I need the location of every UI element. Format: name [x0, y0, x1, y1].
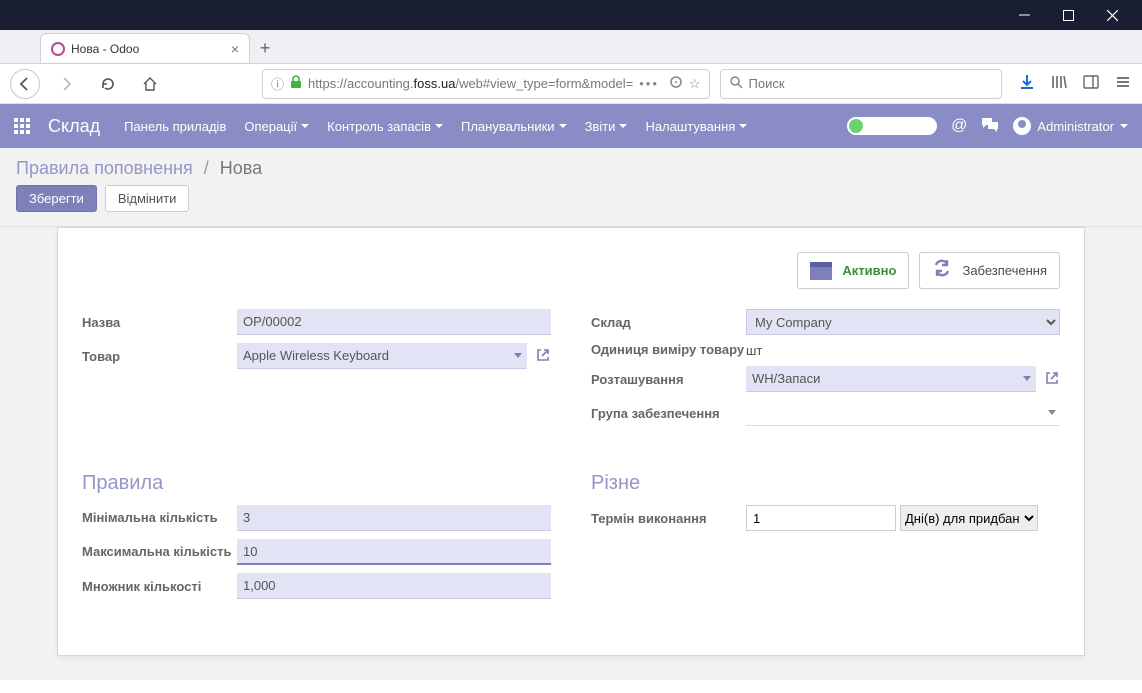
input-product[interactable]	[237, 343, 509, 369]
status-procurement-label: Забезпечення	[962, 263, 1047, 278]
nav-operations[interactable]: Операції	[244, 119, 309, 134]
at-icon[interactable]: @	[951, 117, 967, 135]
site-info-icon[interactable]: ⓘ	[271, 74, 284, 93]
forward-button[interactable]	[50, 68, 82, 100]
window-titlebar	[0, 0, 1142, 30]
url-more-icon[interactable]: •••	[639, 76, 659, 91]
label-proc-group: Група забезпечення	[591, 406, 746, 421]
window-maximize-button[interactable]	[1046, 0, 1090, 30]
discard-button[interactable]: Відмінити	[105, 185, 190, 212]
library-icon[interactable]	[1050, 73, 1068, 94]
nav-settings[interactable]: Налаштування	[645, 119, 747, 134]
section-misc: Різне	[591, 472, 1060, 495]
url-bar[interactable]: ⓘ https://accounting.foss.ua/web#view_ty…	[262, 69, 710, 99]
control-panel: Правила поповнення / Нова Зберегти Відмі…	[0, 148, 1142, 227]
search-bar[interactable]	[720, 69, 1002, 99]
tab-close-icon[interactable]: ×	[231, 41, 239, 57]
back-button[interactable]	[10, 69, 40, 99]
select-lead-type[interactable]: Дні(в) для придбан	[900, 505, 1038, 531]
bookmark-star-icon[interactable]: ☆	[689, 76, 701, 92]
chat-icon[interactable]	[981, 117, 999, 136]
status-procurement-button[interactable]: Забезпечення	[919, 252, 1060, 289]
trial-pill[interactable]	[847, 117, 937, 135]
browser-toolbar: ⓘ https://accounting.foss.ua/web#view_ty…	[0, 64, 1142, 104]
chevron-down-icon	[559, 124, 567, 128]
tab-title: Нова - Odoo	[71, 42, 139, 56]
input-name[interactable]	[237, 309, 551, 335]
input-proc-group[interactable]	[746, 400, 1060, 426]
chevron-down-icon	[619, 124, 627, 128]
lock-icon	[290, 75, 302, 92]
chevron-down-icon	[1120, 124, 1128, 128]
home-button[interactable]	[134, 68, 166, 100]
input-lead-days[interactable]	[746, 505, 896, 531]
label-qty-multiple: Множник кількості	[82, 579, 237, 594]
label-min-qty: Мінімальна кількість	[82, 511, 237, 525]
input-location[interactable]	[746, 366, 1018, 392]
input-min-qty[interactable]	[237, 505, 551, 531]
chevron-down-icon	[435, 124, 443, 128]
refresh-icon	[932, 259, 952, 282]
chevron-down-icon	[739, 124, 747, 128]
label-warehouse: Склад	[591, 315, 746, 330]
status-active-button[interactable]: Активно	[797, 252, 909, 289]
label-product: Товар	[82, 349, 237, 364]
window-minimize-button[interactable]	[1002, 0, 1046, 30]
input-qty-multiple[interactable]	[237, 573, 551, 599]
window-close-button[interactable]	[1090, 0, 1134, 30]
dropdown-caret-icon[interactable]	[509, 343, 527, 369]
nav-schedulers[interactable]: Планувальники	[461, 119, 567, 134]
downloads-icon[interactable]	[1018, 73, 1036, 94]
sidebar-icon[interactable]	[1082, 73, 1100, 94]
value-uom: шт	[746, 343, 762, 358]
url-text: https://accounting.foss.ua/web#view_type…	[308, 76, 633, 91]
external-link-icon[interactable]	[535, 347, 551, 366]
label-max-qty: Максимальна кількість	[82, 545, 237, 559]
new-tab-button[interactable]: +	[250, 33, 280, 63]
nav-dashboard[interactable]: Панель приладів	[124, 119, 226, 134]
label-uom: Одиниця виміру товару	[591, 343, 746, 357]
label-location: Розташування	[591, 372, 746, 387]
external-link-icon[interactable]	[1044, 370, 1060, 389]
search-icon	[729, 75, 743, 92]
dropdown-caret-icon[interactable]	[1018, 366, 1036, 392]
breadcrumb-current: Нова	[220, 158, 262, 178]
app-brand[interactable]: Склад	[48, 116, 100, 137]
label-lead-time: Термін виконання	[591, 511, 746, 526]
reader-icon[interactable]	[669, 75, 683, 92]
select-warehouse[interactable]: My Company	[746, 309, 1060, 335]
breadcrumb: Правила поповнення / Нова	[16, 158, 1126, 179]
reload-button[interactable]	[92, 68, 124, 100]
nav-reports[interactable]: Звіти	[585, 119, 628, 134]
nav-inventory-control[interactable]: Контроль запасів	[327, 119, 443, 134]
browser-tab[interactable]: Нова - Odoo ×	[40, 33, 250, 63]
chevron-down-icon	[301, 124, 309, 128]
search-input[interactable]	[749, 76, 993, 91]
breadcrumb-separator: /	[204, 158, 209, 178]
section-rules: Правила	[82, 472, 551, 495]
user-menu[interactable]: Administrator	[1013, 117, 1128, 135]
form-sheet: Активно Забезпечення Назва Товар	[57, 227, 1085, 656]
label-name: Назва	[82, 315, 237, 330]
user-name: Administrator	[1037, 119, 1114, 134]
user-avatar-icon	[1013, 117, 1031, 135]
save-button[interactable]: Зберегти	[16, 185, 97, 212]
archive-icon	[810, 262, 832, 280]
app-navbar: Склад Панель приладів Операції Контроль …	[0, 104, 1142, 148]
apps-icon[interactable]	[14, 118, 30, 134]
input-max-qty[interactable]	[237, 539, 551, 565]
odoo-favicon	[51, 42, 65, 56]
breadcrumb-root[interactable]: Правила поповнення	[16, 158, 193, 178]
status-active-label: Активно	[842, 263, 896, 278]
menu-icon[interactable]	[1114, 73, 1132, 94]
browser-tabstrip: Нова - Odoo × +	[0, 30, 1142, 64]
